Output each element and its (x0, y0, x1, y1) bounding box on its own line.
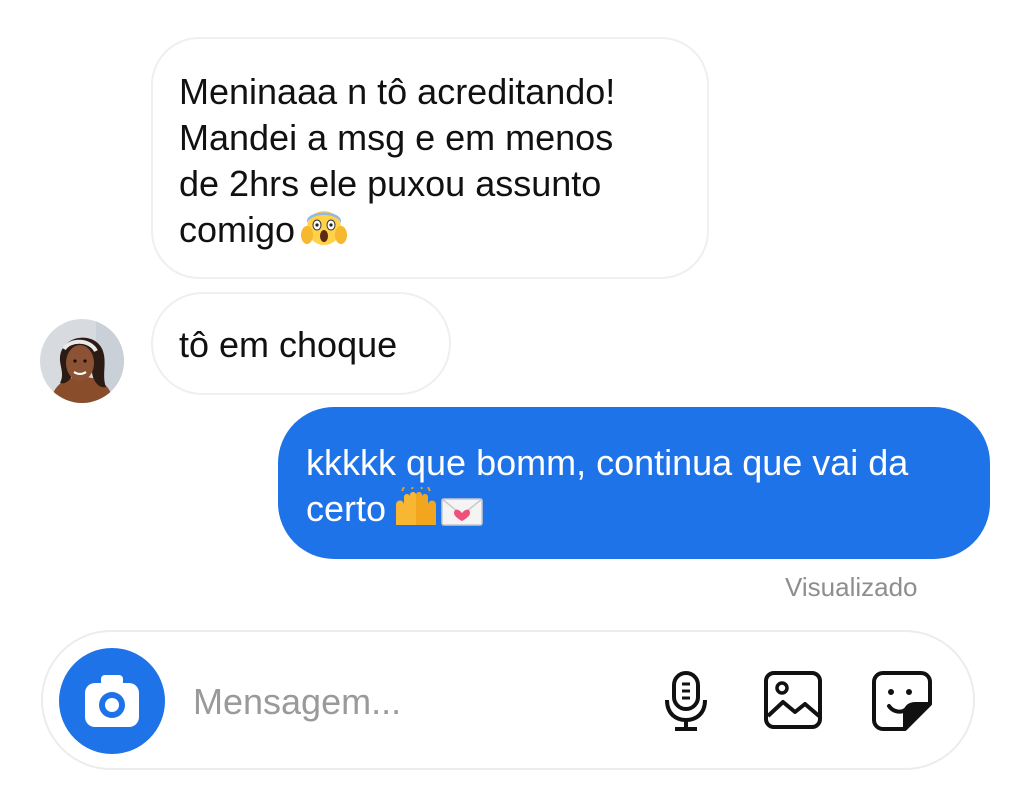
microphone-icon (665, 671, 707, 731)
image-icon (764, 671, 822, 729)
microphone-button[interactable] (663, 670, 709, 737)
message-text-line: certo (306, 484, 966, 538)
gallery-button[interactable] (763, 670, 823, 735)
message-text: certo (306, 488, 387, 529)
message-text-line: tô em choque (179, 324, 398, 365)
sticker-button[interactable] (871, 670, 933, 737)
incoming-message-bubble[interactable]: tô em choque (151, 292, 451, 395)
message-text-line: de 2hrs ele puxou assunto (179, 163, 602, 204)
message-text-line: Mandei a msg e em menos (179, 117, 614, 158)
seen-status: Visualizado (785, 572, 918, 602)
contact-avatar[interactable] (40, 319, 124, 403)
message-text-line: comigo (179, 207, 683, 259)
message-composer: Mensagem... (41, 630, 975, 770)
outgoing-message-bubble[interactable]: kkkkk que bomm, continua que vai da cert… (278, 407, 990, 559)
raising-hands-and-love-letter-emoji-icon (392, 484, 486, 538)
incoming-message-bubble[interactable]: Meninaaa n tô acreditando! Mandei a msg … (151, 37, 709, 279)
message-input[interactable]: Mensagem... (193, 680, 401, 724)
message-text-line: kkkkk que bomm, continua que vai da (306, 442, 909, 483)
message-text: comigo (179, 209, 296, 250)
camera-icon (85, 675, 139, 727)
camera-button[interactable] (59, 648, 165, 754)
screaming-face-emoji-icon (301, 208, 348, 259)
message-text-line: Meninaaa n tô acreditando! (179, 71, 616, 112)
sticker-icon (872, 671, 932, 731)
